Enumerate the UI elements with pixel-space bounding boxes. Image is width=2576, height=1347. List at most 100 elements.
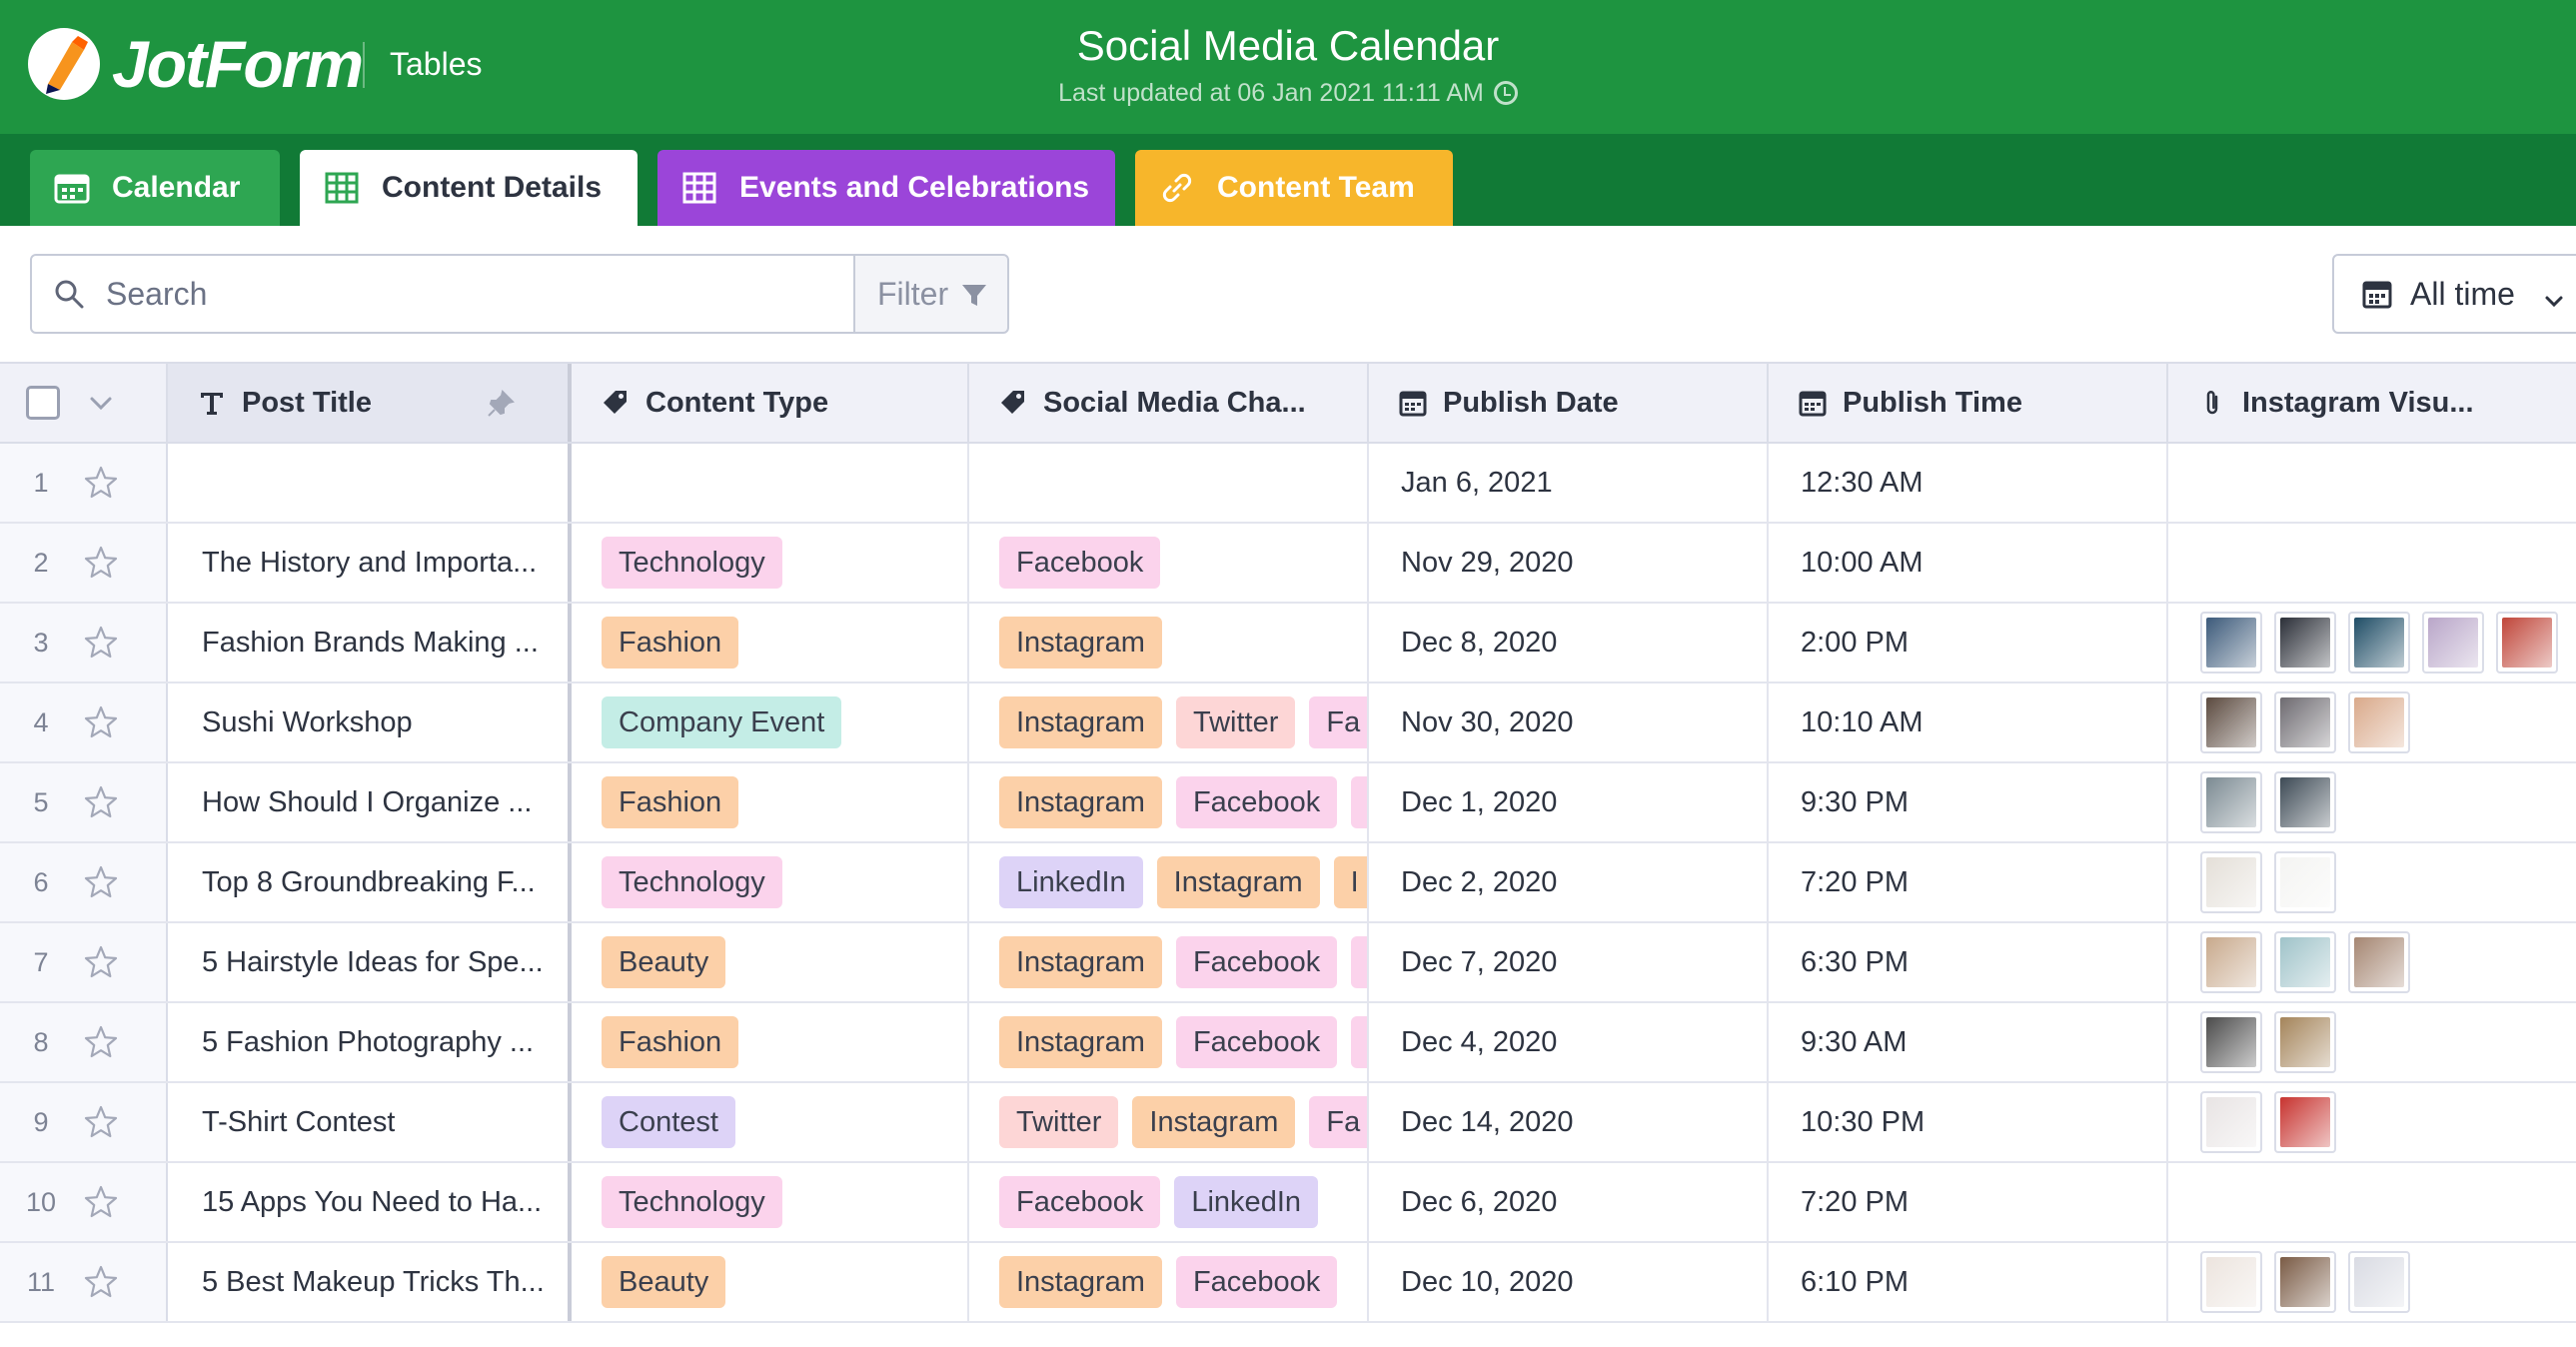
publish-date-cell[interactable]: Dec 1, 2020 [1369, 763, 1769, 841]
publish-time-cell[interactable]: 6:30 PM [1769, 923, 2168, 1001]
column-header-instagram-visuals[interactable]: Instagram Visu... [2168, 364, 2576, 442]
content-type-cell[interactable]: Technology [572, 843, 969, 921]
social-channel-cell[interactable]: Instagram Facebook [969, 1003, 1369, 1081]
pin-icon[interactable] [486, 389, 516, 419]
star-icon[interactable] [82, 783, 120, 821]
image-thumbnail[interactable] [2200, 851, 2262, 913]
image-thumbnail[interactable] [2200, 1251, 2262, 1313]
document-title[interactable]: Social Media Calendar [0, 20, 2576, 72]
social-channel-cell[interactable]: Facebook [969, 524, 1369, 602]
image-thumbnail[interactable] [2200, 691, 2262, 753]
star-icon[interactable] [82, 1023, 120, 1061]
publish-time-cell[interactable]: 12:30 AM [1769, 444, 2168, 522]
table-row[interactable]: 6 Top 8 Groundbreaking F... Technology Link… [0, 843, 2576, 923]
image-thumbnail[interactable] [2422, 612, 2484, 674]
publish-time-cell[interactable]: 7:20 PM [1769, 1163, 2168, 1241]
content-type-cell[interactable]: Technology [572, 1163, 969, 1241]
content-type-cell[interactable]: Fashion [572, 604, 969, 681]
publish-time-cell[interactable]: 9:30 PM [1769, 763, 2168, 841]
star-icon[interactable] [82, 544, 120, 582]
table-row[interactable]: 7 5 Hairstyle Ideas for Spe... Beauty Insta… [0, 923, 2576, 1003]
search-input[interactable] [106, 275, 805, 313]
column-header-social-media-channel[interactable]: Social Media Cha... [969, 364, 1369, 442]
image-thumbnail[interactable] [2274, 851, 2336, 913]
instagram-visuals-cell[interactable] [2168, 1243, 2576, 1321]
image-thumbnail[interactable] [2274, 1251, 2336, 1313]
content-type-cell[interactable] [572, 444, 969, 522]
table-row[interactable]: 10 15 Apps You Need to Ha... Technology Fac… [0, 1163, 2576, 1243]
post-title-cell[interactable]: Fashion Brands Making ... [168, 604, 572, 681]
star-icon[interactable] [82, 1183, 120, 1221]
instagram-visuals-cell[interactable] [2168, 1163, 2576, 1241]
social-channel-cell[interactable]: Instagram Twitter Fa [969, 683, 1369, 761]
table-row[interactable]: 9 T-Shirt Contest Contest Twitter Instagram F… [0, 1083, 2576, 1163]
image-thumbnail[interactable] [2200, 771, 2262, 833]
publish-date-cell[interactable]: Dec 10, 2020 [1369, 1243, 1769, 1321]
image-thumbnail[interactable] [2348, 612, 2410, 674]
star-icon[interactable] [82, 863, 120, 901]
table-row[interactable]: 2 The History and Importa... Technology Fac… [0, 524, 2576, 604]
post-title-cell[interactable]: How Should I Organize ... [168, 763, 572, 841]
date-range-dropdown[interactable]: All time [2332, 254, 2576, 334]
image-thumbnail[interactable] [2200, 1091, 2262, 1153]
content-type-cell[interactable]: Beauty [572, 1243, 969, 1321]
content-type-cell[interactable]: Contest [572, 1083, 969, 1161]
column-header-post-title[interactable]: Post Title [168, 364, 572, 442]
table-row[interactable]: 4 Sushi Workshop Company Event Instagram Twi… [0, 683, 2576, 763]
publish-time-cell[interactable]: 6:10 PM [1769, 1243, 2168, 1321]
tab-events-and-celebrations[interactable]: Events and Celebrations [657, 150, 1115, 226]
image-thumbnail[interactable] [2274, 931, 2336, 993]
column-header-publish-time[interactable]: Publish Time [1769, 364, 2168, 442]
image-thumbnail[interactable] [2200, 931, 2262, 993]
table-row[interactable]: 8 5 Fashion Photography ... Fashion Instagr… [0, 1003, 2576, 1083]
instagram-visuals-cell[interactable] [2168, 683, 2576, 761]
publish-time-cell[interactable]: 9:30 AM [1769, 1003, 2168, 1081]
content-type-cell[interactable]: Fashion [572, 763, 969, 841]
tab-calendar[interactable]: Calendar [30, 150, 280, 226]
star-icon[interactable] [82, 1103, 120, 1141]
instagram-visuals-cell[interactable] [2168, 1003, 2576, 1081]
post-title-cell[interactable] [168, 444, 572, 522]
star-icon[interactable] [82, 943, 120, 981]
instagram-visuals-cell[interactable] [2168, 604, 2576, 681]
post-title-cell[interactable]: Sushi Workshop [168, 683, 572, 761]
post-title-cell[interactable]: T-Shirt Contest [168, 1083, 572, 1161]
table-row[interactable]: 1 Jan 6, 2021 12:30 AM [0, 444, 2576, 524]
social-channel-cell[interactable]: LinkedIn Instagram I [969, 843, 1369, 921]
instagram-visuals-cell[interactable] [2168, 763, 2576, 841]
social-channel-cell[interactable]: Twitter Instagram Fa [969, 1083, 1369, 1161]
tab-content-team[interactable]: Content Team [1135, 150, 1453, 226]
social-channel-cell[interactable]: Instagram Facebook [969, 1243, 1369, 1321]
instagram-visuals-cell[interactable] [2168, 923, 2576, 1001]
filter-button[interactable]: Filter [853, 254, 1009, 334]
post-title-cell[interactable]: 5 Fashion Photography ... [168, 1003, 572, 1081]
content-type-cell[interactable]: Fashion [572, 1003, 969, 1081]
image-thumbnail[interactable] [2274, 1011, 2336, 1073]
publish-time-cell[interactable]: 10:10 AM [1769, 683, 2168, 761]
publish-date-cell[interactable]: Jan 6, 2021 [1369, 444, 1769, 522]
publish-date-cell[interactable]: Nov 30, 2020 [1369, 683, 1769, 761]
publish-date-cell[interactable]: Dec 6, 2020 [1369, 1163, 1769, 1241]
column-header-content-type[interactable]: Content Type [572, 364, 969, 442]
image-thumbnail[interactable] [2274, 771, 2336, 833]
star-icon[interactable] [82, 1263, 120, 1301]
publish-date-cell[interactable]: Dec 4, 2020 [1369, 1003, 1769, 1081]
image-thumbnail[interactable] [2200, 1011, 2262, 1073]
post-title-cell[interactable]: 5 Best Makeup Tricks Th... [168, 1243, 572, 1321]
publish-time-cell[interactable]: 7:20 PM [1769, 843, 2168, 921]
post-title-cell[interactable]: 5 Hairstyle Ideas for Spe... [168, 923, 572, 1001]
publish-date-cell[interactable]: Nov 29, 2020 [1369, 524, 1769, 602]
social-channel-cell[interactable]: Instagram Facebook [969, 763, 1369, 841]
star-icon[interactable] [82, 703, 120, 741]
publish-time-cell[interactable]: 10:30 PM [1769, 1083, 2168, 1161]
instagram-visuals-cell[interactable] [2168, 524, 2576, 602]
image-thumbnail[interactable] [2274, 691, 2336, 753]
instagram-visuals-cell[interactable] [2168, 843, 2576, 921]
image-thumbnail[interactable] [2496, 612, 2558, 674]
social-channel-cell[interactable] [969, 444, 1369, 522]
publish-date-cell[interactable]: Dec 14, 2020 [1369, 1083, 1769, 1161]
social-channel-cell[interactable]: Facebook LinkedIn [969, 1163, 1369, 1241]
tab-content-details[interactable]: Content Details [300, 150, 638, 226]
table-row[interactable]: 3 Fashion Brands Making ... Fashion Instagr… [0, 604, 2576, 683]
column-header-publish-date[interactable]: Publish Date [1369, 364, 1769, 442]
